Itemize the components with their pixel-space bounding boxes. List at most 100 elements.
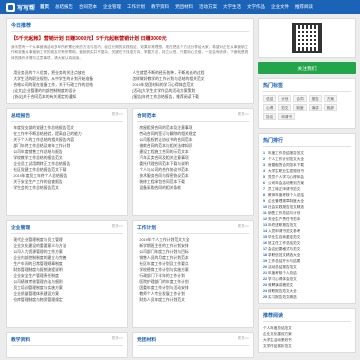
extra-list: 个人年度总结范文 企业文化建设方案 大学生活动策划书 文学作品赏析范文: [263, 325, 351, 349]
tag-chip[interactable]: 演讲: [308, 104, 322, 111]
more-link[interactable]: 更多>>: [238, 336, 249, 343]
featured-panel: 今日推荐 【5千元起帐】营销计划 日赚3000元】5千元起帐营销计划 日赚300…: [6, 18, 254, 104]
logo-icon: [6, 2, 15, 12]
more-link[interactable]: 更多>>: [238, 224, 249, 231]
list-item[interactable]: [协议]关于合同范本的有关规定的通知: [11, 94, 130, 100]
section-header: 党团材料 更多>>: [137, 336, 249, 346]
nav-item[interactable]: 教学资料: [151, 4, 169, 10]
nav-item[interactable]: 活动方案: [199, 4, 217, 10]
list-item[interactable]: 仓库管理制度与物资管理规定: [11, 297, 123, 303]
section-panel: 工作计划 更多>> 2019年个人工作计划范文大全新学期班主任的工作计划安排公司部门…: [132, 220, 254, 328]
section-title: 合同范本: [137, 114, 157, 119]
nav-item[interactable]: 大学生活: [223, 4, 241, 10]
section-title: 教学资料: [11, 338, 31, 343]
tag-chip[interactable]: 报告: [308, 95, 322, 102]
main-nav: 首页 总结报告 合同范本 企业管理 工作计划 教学资料 党团材料 活动方案 大学生活 文学作品 企业…: [40, 4, 319, 10]
featured-paragraph: 我手里有一个从事营销活动多年所积累出来的方法与技巧，经过长期的实践验证，效果非常…: [11, 45, 249, 60]
follow-button[interactable]: 关注我们: [258, 62, 356, 74]
site-logo[interactable]: 写写帮: [6, 2, 36, 12]
nav-item[interactable]: 合同范本: [79, 4, 97, 10]
ranking-title: 热门排行: [263, 137, 351, 147]
list-item[interactable]: 财务人员年度工作计划范文: [137, 297, 249, 303]
top-nav-bar: 写写帮 首页 总结报告 合同范本 企业管理 工作计划 教学资料 党团材料 活动方案 大学生活 文学…: [0, 0, 360, 14]
ranking-label: 辞职报告范文大全: [268, 289, 297, 293]
tag-chip[interactable]: 合同: [293, 95, 307, 102]
nav-item[interactable]: 企业文件: [271, 4, 289, 10]
section-title: 工作计划: [137, 226, 157, 231]
ranking-label: 年度工作总结报告范文: [268, 151, 304, 155]
extra-item[interactable]: 文学作品赏析范文: [263, 343, 351, 349]
section-panel: 总结报告 更多>> 年度党支部的党建工作总结报告范文在工作中不断总结经验，提高自己的…: [6, 108, 128, 216]
list-item[interactable]: 学生会的工作总结报告范文: [11, 185, 123, 191]
tag-chip[interactable]: 心得: [263, 104, 277, 111]
qr-code-icon: [292, 23, 322, 53]
section-grid: 总结报告更多>>年度党支部的党建工作总结报告范文在工作中不断总结经验，提高自己的…: [6, 108, 254, 360]
section-header: 总结报告 更多>>: [11, 112, 123, 122]
featured-headline[interactable]: 【5千元起帐】营销计划 日赚3000元】5千元起帐营销计划 日赚3000元: [11, 35, 249, 42]
tags-panel: 热门标签 总结 计划 合同 报告 方案心得 范文 制度 演讲 致辞协议 申请书: [258, 78, 356, 129]
ranking-label: 班主任工作总结范文: [268, 241, 301, 245]
ranking-label: 教师年度考核个人总结: [268, 193, 304, 197]
more-link[interactable]: 更多>>: [112, 224, 123, 231]
nav-item[interactable]: 文学作品: [247, 4, 265, 10]
featured-list-left: 用业务员的个人优势，把业务的关注点放在大学生活的职业规划，从中学生的计划开始准备…: [11, 70, 130, 100]
nav-item[interactable]: 党团材料: [175, 4, 193, 10]
section-panel: 企业管理 更多>> 现代企业管理制度与员工管理企业文化建设的重要意义与方法公司人力资…: [6, 220, 128, 328]
nav-item[interactable]: 工作计划: [127, 4, 145, 10]
ranking-panel: 热门排行 1 年度工作总结报告范文 2 个人工作计划范文大全 3 房屋租赁合同范本下载 4 大…: [258, 133, 356, 304]
tag-chip[interactable]: 计划: [278, 95, 292, 102]
section-list: 年度党支部的党建工作总结报告范文在工作中不断总结经验，提高自己的能力关于个人的工…: [11, 125, 123, 191]
logo-text: 写写帮: [17, 5, 36, 12]
ranking-label: 安全生产责任书范本: [268, 217, 301, 221]
ranking-label: 企业管理规章制度大全: [268, 199, 304, 203]
tag-chip[interactable]: 致辞: [323, 104, 337, 111]
section-panel: 合同范本 更多>> 房屋租赁合同的范本及注意事项劳动合同的签订与解除的相关规定公司股…: [132, 108, 254, 216]
top-nav-inner: 写写帮 首页 总结报告 合同范本 企业管理 工作计划 教学资料 党团材料 活动方案 大学生活 文学…: [6, 0, 319, 14]
ranking-label: 社会实践报告范文精选: [268, 205, 304, 209]
ranking-item[interactable]: 25实习报告范文精选: [263, 294, 351, 300]
ranking-label: 党员个人学习心得体会: [268, 175, 304, 179]
section-header: 合同范本 更多>>: [137, 112, 249, 122]
ranking-label: 房屋租赁合同范本下载: [268, 163, 304, 167]
more-link[interactable]: 更多>>: [112, 112, 123, 119]
nav-item[interactable]: 总结报告: [55, 4, 73, 10]
ranking-label: 公司年会活动策划方案: [268, 181, 304, 185]
more-link[interactable]: 更多>>: [238, 112, 249, 119]
nav-item[interactable]: 推荐阅读: [295, 4, 313, 10]
section-list: 房屋租赁合同的范本及注意事项劳动合同的签订与解除的相关规定公司股权转让协议书的合…: [137, 125, 249, 191]
section-list: 2019年个人工作计划范文大全新学期班主任的工作计划安排公司部门年度工作计划与目…: [137, 237, 249, 303]
list-item[interactable]: 设备采购合同的相关条款: [137, 185, 249, 191]
extra-title: 推荐阅读: [263, 312, 351, 322]
tag-chip[interactable]: 申请书: [278, 113, 295, 120]
main-column: 今日推荐 【5千元起帐】营销计划 日赚3000元】5千元起帐营销计划 日赚300…: [6, 18, 254, 360]
tag-chip[interactable]: 总结: [263, 95, 277, 102]
section-title: 总结报告: [11, 114, 31, 119]
ranking-label: 工作总结开头与结尾: [268, 259, 301, 263]
tag-chip[interactable]: 制度: [293, 104, 307, 111]
more-link[interactable]: 更多>>: [112, 336, 123, 343]
qr-code-box: [258, 18, 356, 58]
ranking-label: 个人工作计划范文大全: [268, 157, 304, 161]
ranking-label: 毕业生自我鉴定范文: [268, 235, 301, 239]
ranking-label: 学习心得体会范文: [268, 277, 297, 281]
ranking-label: 大学生职业生涯规划书: [268, 169, 304, 173]
section-title: 企业管理: [11, 226, 31, 231]
section-header: 工作计划 更多>>: [137, 224, 249, 234]
nav-item[interactable]: 首页: [40, 4, 49, 10]
tag-chip[interactable]: 方案: [323, 95, 337, 102]
tags-title: 热门标签: [263, 82, 351, 92]
nav-item[interactable]: 企业管理: [103, 4, 121, 10]
tag-chip[interactable]: 协议: [263, 113, 277, 120]
tag-cloud: 总结 计划 合同 报告 方案心得 范文 制度 演讲 致辞协议 申请书: [263, 95, 351, 122]
extra-panel: 推荐阅读 个人年度总结范文 企业文化建设方案 大学生活动策划书 文学作品赏析范文: [258, 308, 356, 353]
ranking-label: 竞聘演讲稿范文: [268, 283, 294, 287]
section-panel: 教学资料 更多>>: [6, 332, 128, 358]
section-header: 教学资料 更多>>: [11, 336, 123, 346]
list-item[interactable]: [报告]年终工作总结报告，推荐阅读下载: [130, 94, 249, 100]
ranking-label: 求职信范文精选大全: [268, 253, 301, 257]
tag-chip[interactable]: 范文: [278, 104, 292, 111]
ranking-label: 会议纪要格式与范文: [268, 247, 301, 251]
featured-title: 今日推荐: [11, 22, 249, 32]
ranking-label: 员工转正申请书范文: [268, 187, 301, 191]
ranking-label: 年度考核个人总结: [268, 271, 297, 275]
